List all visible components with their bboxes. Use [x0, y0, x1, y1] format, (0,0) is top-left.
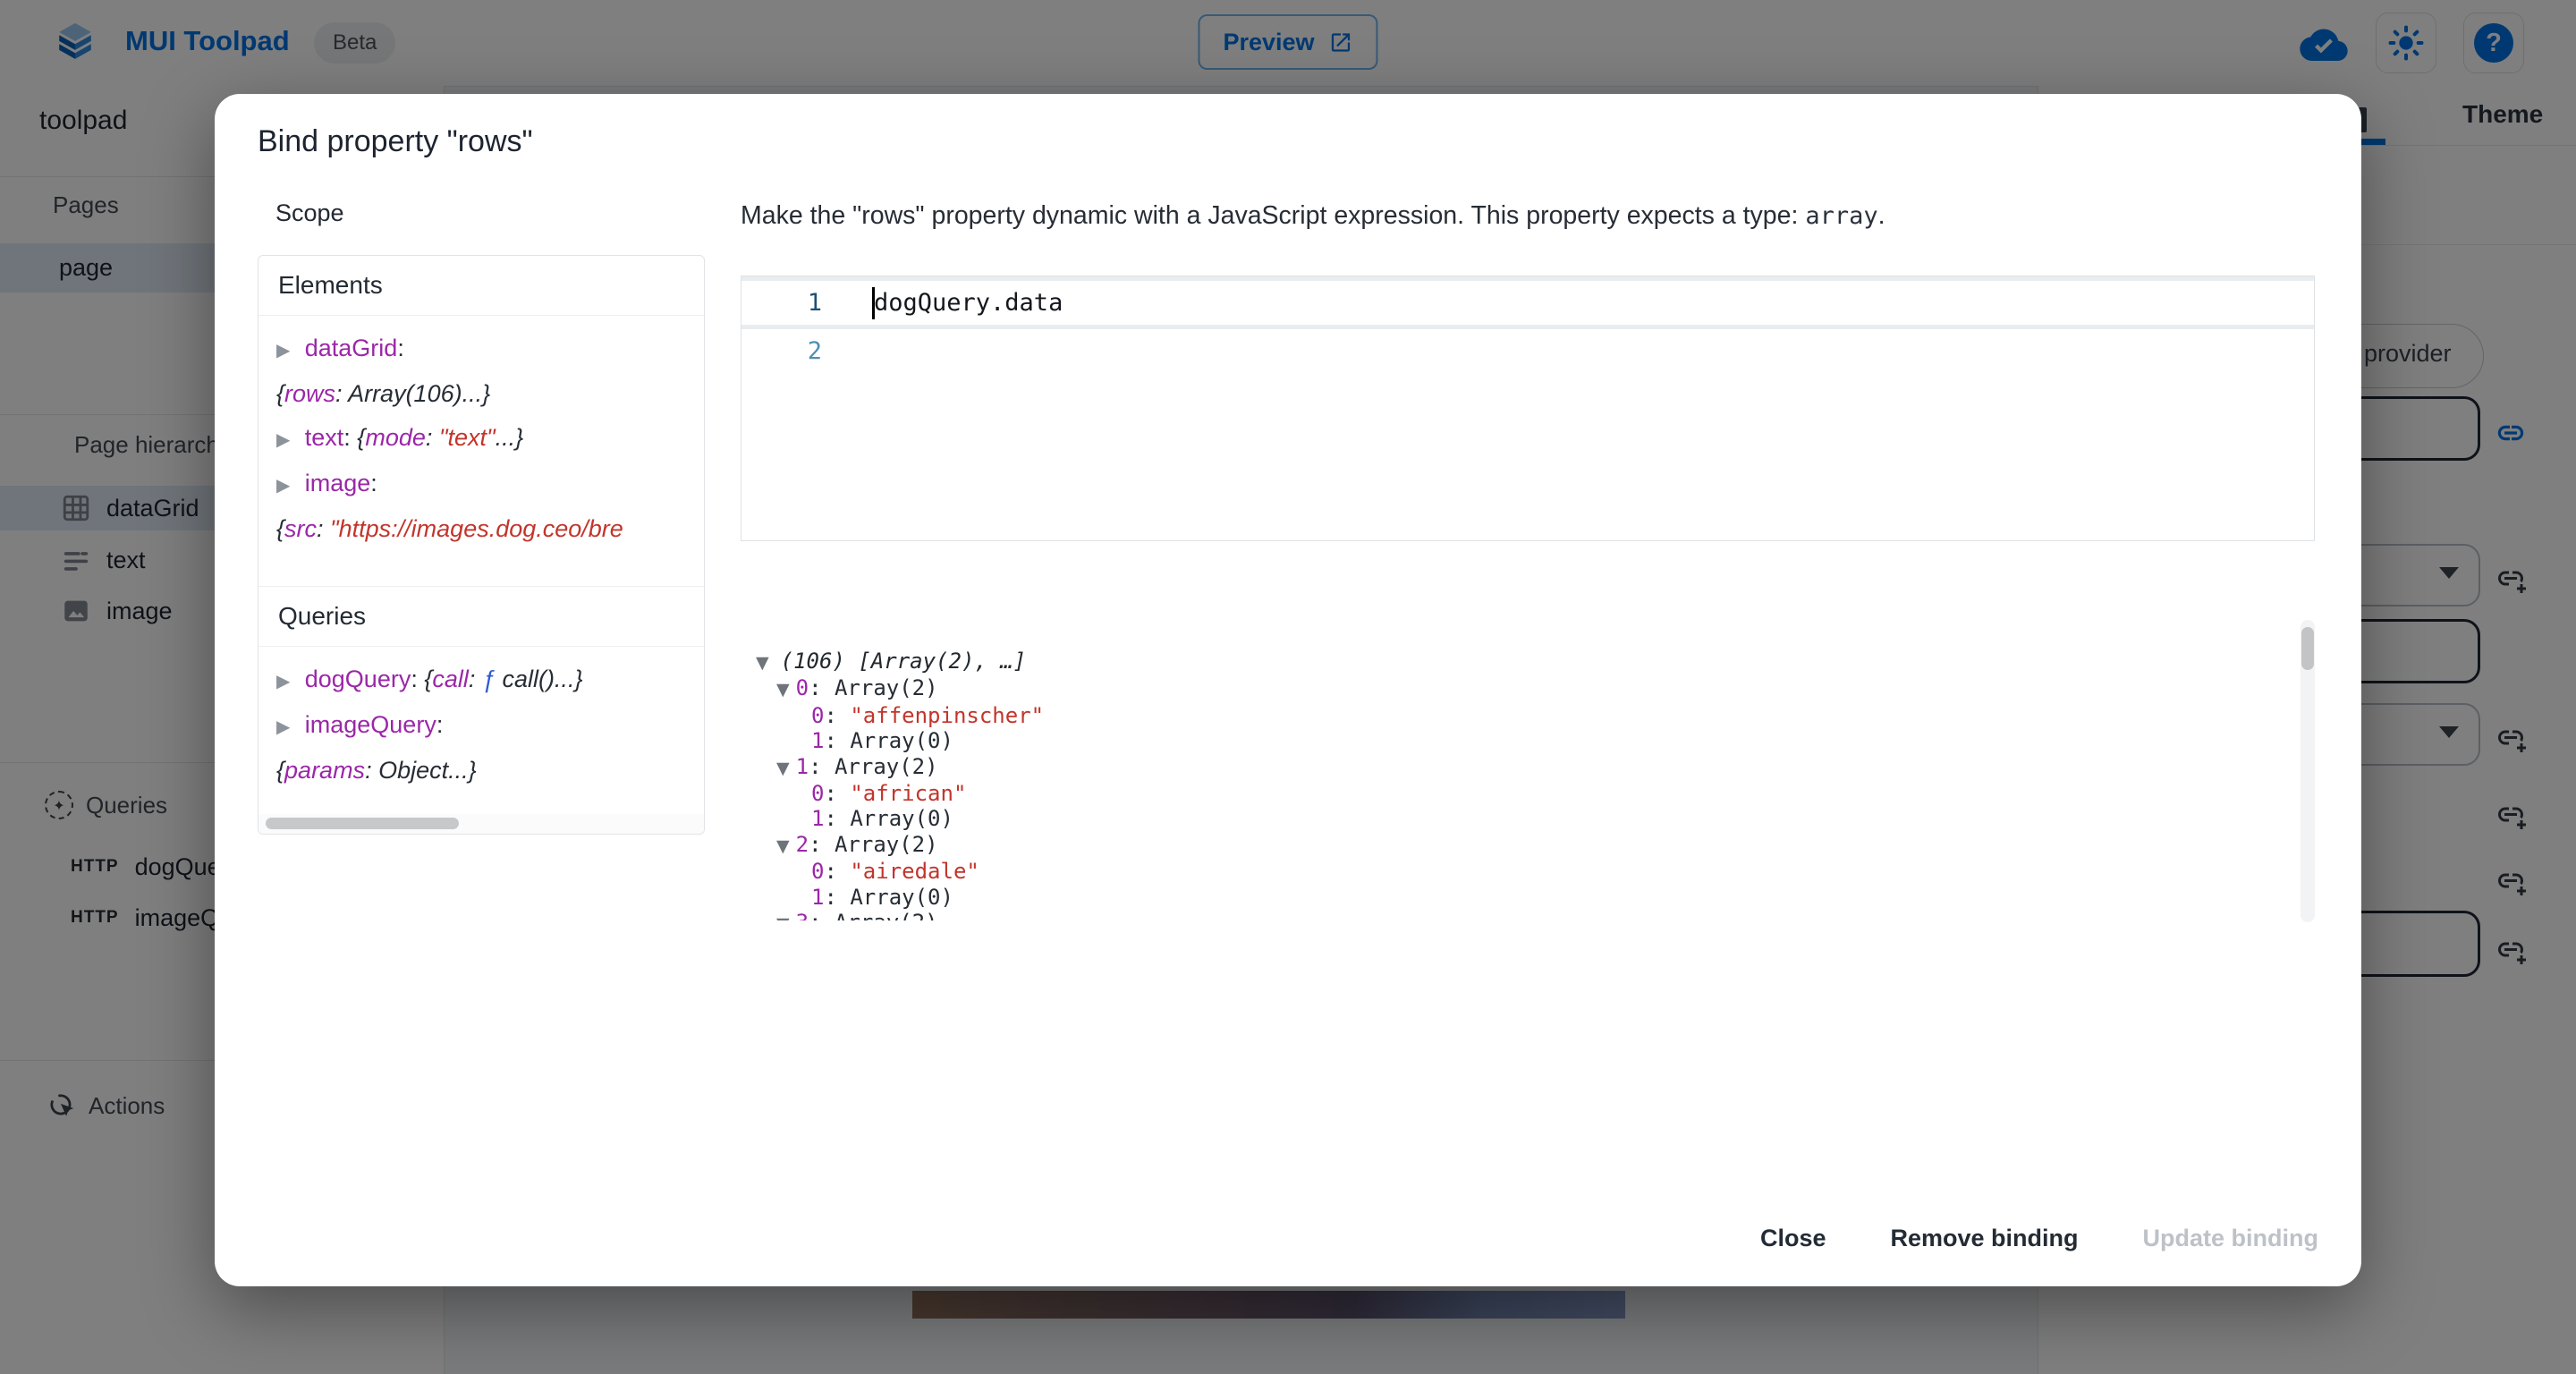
- tree-line[interactable]: ▶ text: {mode: "text"...}: [276, 416, 704, 462]
- scope-panel: Elements ▶ dataGrid: {rows: Array(106)..…: [258, 255, 705, 835]
- tree-line[interactable]: ▶ dogQuery: {call: ƒ call()...}: [276, 657, 704, 703]
- vertical-scrollbar[interactable]: [2301, 620, 2315, 922]
- json-tree-row: 0: "affenpinscher": [756, 703, 2299, 728]
- update-binding-button[interactable]: Update binding: [2129, 1214, 2333, 1263]
- editor-line-2[interactable]: 2: [741, 329, 2314, 373]
- dialog-actions: Close Remove binding Update binding: [1746, 1214, 2333, 1263]
- tree-line[interactable]: ▶ imageQuery:: [276, 703, 704, 749]
- json-tree-row[interactable]: ▼2: Array(2): [756, 832, 2299, 859]
- json-tree-row[interactable]: ▼3: Array(2): [756, 910, 2299, 920]
- remove-binding-button[interactable]: Remove binding: [1877, 1214, 2093, 1263]
- close-button[interactable]: Close: [1746, 1214, 1841, 1263]
- tree-line[interactable]: ▶ dataGrid:: [276, 327, 704, 372]
- scrollbar-thumb[interactable]: [2301, 627, 2314, 670]
- tree-line: {src: "https://images.dog.ceo/bre: [276, 507, 704, 551]
- tree-line[interactable]: ▶ image:: [276, 462, 704, 507]
- bind-property-dialog: Bind property "rows" Scope Elements ▶ da…: [215, 94, 2361, 1286]
- json-tree-row: 0: "airedale": [756, 859, 2299, 884]
- queries-header: Queries: [258, 586, 704, 647]
- evaluated-value-tree: ▼ (106) [Array(2), …] ▼0: Array(2) 0: "a…: [748, 622, 2299, 920]
- queries-tree: ▶ dogQuery: {call: ƒ call()...} ▶ imageQ…: [258, 647, 704, 800]
- dialog-description: Make the "rows" property dynamic with a …: [741, 201, 1885, 231]
- json-tree-row: 1: Array(0): [756, 806, 2299, 831]
- json-tree-row: 0: "african": [756, 781, 2299, 806]
- horizontal-scrollbar[interactable]: [258, 814, 704, 834]
- json-tree-row: 1: Array(0): [756, 885, 2299, 910]
- line-number: 2: [741, 337, 842, 365]
- json-tree-row[interactable]: ▼1: Array(2): [756, 754, 2299, 781]
- line-number: 1: [741, 289, 842, 317]
- tree-line: {rows: Array(106)...}: [276, 372, 704, 416]
- elements-tree: ▶ dataGrid: {rows: Array(106)...} ▶ text…: [258, 316, 704, 586]
- json-tree-row[interactable]: ▼0: Array(2): [756, 675, 2299, 702]
- elements-header: Elements: [258, 256, 704, 316]
- tree-line: {params: Object...}: [276, 749, 704, 793]
- expression-code-editor[interactable]: 1 dogQuery.data 2: [741, 276, 2315, 541]
- scrollbar-thumb[interactable]: [266, 818, 459, 829]
- json-tree-row[interactable]: ▼ (106) [Array(2), …]: [756, 649, 2299, 675]
- editor-line-1[interactable]: 1 dogQuery.data: [741, 281, 2314, 329]
- json-tree-row: 1: Array(0): [756, 728, 2299, 753]
- dialog-title: Bind property "rows": [258, 124, 533, 159]
- scope-label: Scope: [275, 199, 344, 227]
- code-text: dogQuery.data: [874, 289, 1063, 317]
